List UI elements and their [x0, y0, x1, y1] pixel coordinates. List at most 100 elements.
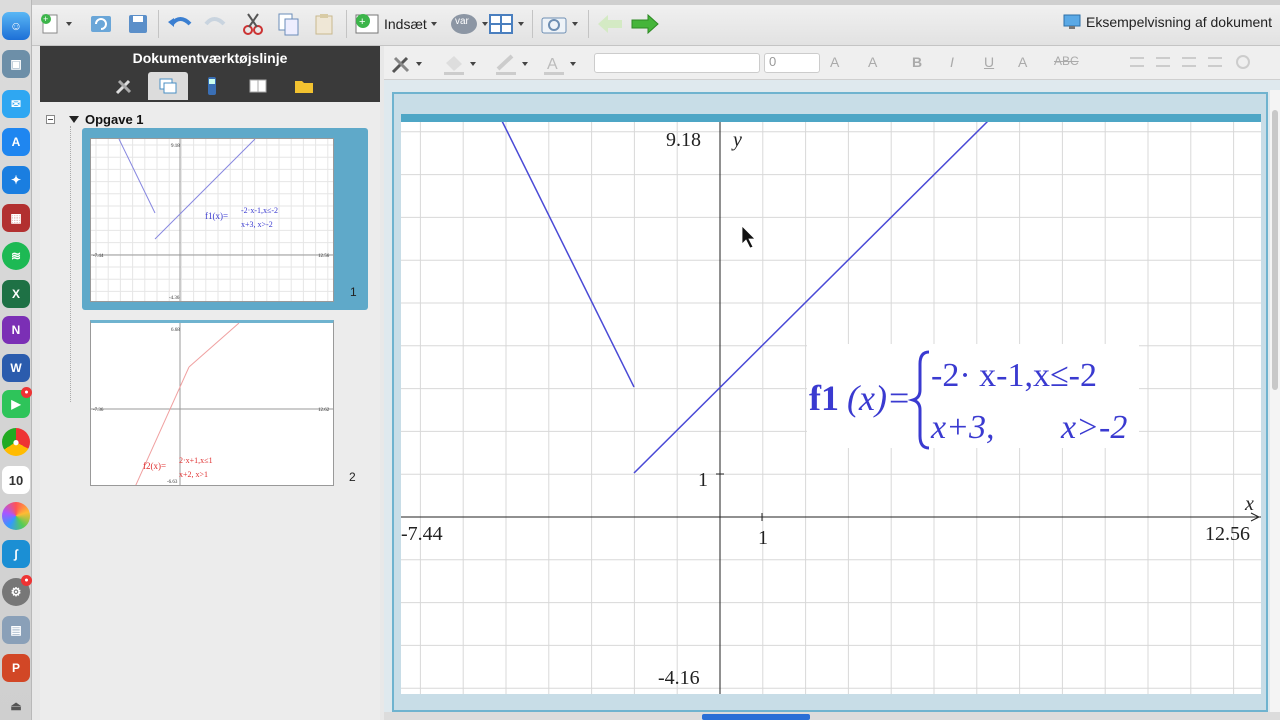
- align-left-icon[interactable]: [1130, 57, 1144, 67]
- thumb-ymin: -6.63: [167, 480, 178, 485]
- collapse-icon[interactable]: [46, 115, 55, 124]
- page-indicator[interactable]: [702, 714, 810, 720]
- task-header[interactable]: Opgave 1: [46, 112, 144, 127]
- tab-utilities[interactable]: [238, 72, 278, 100]
- x-axis-label: x: [1244, 493, 1254, 515]
- disclosure-triangle-icon[interactable]: [69, 116, 79, 123]
- arrow-left-icon: [598, 15, 622, 33]
- graph-page-header: [401, 114, 1261, 122]
- decrease-font-size-button[interactable]: A: [868, 54, 877, 70]
- onenote-icon[interactable]: N: [2, 316, 30, 344]
- messages-icon[interactable]: ✉: [2, 90, 30, 118]
- line-color-button[interactable]: [494, 50, 528, 78]
- graph-canvas[interactable]: 9.18 y -7.44 12.56 x 1 1 -4.16 f1 (x) = …: [401, 114, 1261, 694]
- tab-emulator[interactable]: [192, 72, 232, 100]
- camera-icon: [541, 17, 567, 34]
- text-color-icon: A: [544, 56, 564, 75]
- page-number: 2: [349, 470, 356, 484]
- undo-icon: [168, 17, 192, 27]
- folder-icon: [295, 81, 313, 93]
- page-thumbnail-selected[interactable]: 9.18 -4.36 -7.44 12.56 f1(x)= -2·x-1,x≤-…: [82, 128, 368, 310]
- facetime-icon[interactable]: ▶ ●: [2, 387, 32, 418]
- link-icon[interactable]: [1233, 52, 1253, 72]
- next-page-button[interactable]: [630, 10, 660, 38]
- paste-button[interactable]: [312, 10, 338, 38]
- safari-icon[interactable]: ✦: [2, 166, 30, 194]
- chevron-down-icon: [570, 62, 576, 66]
- tab-tools[interactable]: [104, 72, 144, 100]
- bold-button[interactable]: B: [912, 54, 922, 70]
- scrollbar[interactable]: [1270, 90, 1280, 720]
- svg-text:A: A: [547, 56, 558, 73]
- justify-icon[interactable]: [1208, 57, 1222, 67]
- thumb-case-2: x+2, x>1: [179, 470, 208, 479]
- utility-icon[interactable]: ▤: [2, 616, 30, 644]
- calendar-icon[interactable]: 10: [2, 466, 30, 494]
- tools-icon: [115, 79, 132, 95]
- save-icon: [129, 15, 147, 33]
- excel-icon[interactable]: X: [2, 280, 30, 308]
- photos-icon[interactable]: [2, 502, 30, 530]
- layout-icon: [489, 14, 513, 34]
- thumb-xmin: -7.36: [93, 408, 104, 413]
- function-label[interactable]: f1 (x) = -2· x-1,x≤-2 x+3, x>-2: [807, 344, 1139, 450]
- screenshot-button[interactable]: [540, 10, 578, 38]
- chrome-icon[interactable]: ●: [2, 428, 30, 456]
- word-icon[interactable]: W: [2, 354, 30, 382]
- ymin-label[interactable]: -4.16: [658, 667, 700, 689]
- underline-button[interactable]: U: [984, 54, 994, 70]
- system-preferences-icon[interactable]: ⚙ ●: [2, 575, 32, 606]
- eject-icon[interactable]: ⏏: [2, 692, 30, 720]
- format-toolbar: A 0 A A B I U A ABC: [384, 46, 1280, 88]
- page-layout-button[interactable]: [488, 10, 524, 38]
- app-store-icon[interactable]: A: [2, 128, 30, 156]
- preview-app-icon[interactable]: ▣: [2, 50, 30, 78]
- cas-app-icon[interactable]: ∫: [2, 540, 30, 568]
- spotify-icon[interactable]: ≋: [2, 242, 30, 270]
- xmin-label[interactable]: -7.44: [401, 523, 443, 545]
- refresh-icon: [91, 16, 111, 32]
- main-toolbar: + + Indsæt var Eksempelvisning af dokume…: [32, 0, 1280, 46]
- scrollbar-thumb[interactable]: [1272, 110, 1278, 390]
- previous-page-button[interactable]: [596, 10, 624, 38]
- work-area: 9.18 y -7.44 12.56 x 1 1 -4.16 f1 (x) = …: [384, 80, 1280, 720]
- insert-label: Indsæt: [384, 16, 427, 32]
- xmax-label[interactable]: 12.56: [1205, 523, 1250, 545]
- chevron-down-icon: [470, 62, 476, 66]
- insert-button[interactable]: + Indsæt: [354, 10, 437, 38]
- ymax-label[interactable]: 9.18: [666, 129, 701, 151]
- photo-booth-icon[interactable]: ▦: [2, 204, 30, 232]
- finder-icon[interactable]: ☺: [2, 12, 30, 40]
- font-size-select[interactable]: 0: [764, 53, 820, 73]
- increase-font-size-button[interactable]: A: [830, 54, 839, 70]
- page-thumbnail-1[interactable]: 9.18 -4.36 -7.44 12.56 f1(x)= -2·x-1,x≤-…: [90, 138, 334, 302]
- variables-button[interactable]: var: [450, 10, 488, 38]
- tab-page-sorter[interactable]: [148, 72, 188, 100]
- text-color-button[interactable]: A: [542, 50, 576, 78]
- tools-icon: [391, 56, 410, 74]
- tab-content-explorer[interactable]: [284, 72, 324, 100]
- align-center-icon[interactable]: [1156, 57, 1170, 67]
- undo-button[interactable]: [166, 10, 194, 38]
- cut-button[interactable]: [240, 10, 266, 38]
- thumb-formula-name: f1(x)=: [205, 211, 228, 221]
- case-1: -2· x-1,x≤-2: [931, 357, 1097, 394]
- superscript-button[interactable]: A: [1018, 54, 1027, 70]
- save-button[interactable]: [126, 10, 150, 38]
- redo-button[interactable]: [202, 10, 230, 38]
- font-select[interactable]: [594, 53, 760, 73]
- fill-color-button[interactable]: [442, 50, 476, 78]
- function-variable: (x): [847, 378, 887, 418]
- italic-button[interactable]: I: [950, 54, 954, 70]
- copy-button[interactable]: [276, 10, 302, 38]
- powerpoint-icon[interactable]: P: [2, 654, 30, 682]
- paste-icon: [315, 14, 333, 35]
- page-thumbnail-2[interactable]: 6.68 -6.63 -7.36 12.62 f2(x)= 2·x+1,x≤1 …: [90, 320, 334, 486]
- strikethrough-button[interactable]: ABC: [1054, 54, 1079, 68]
- tools-menu-button[interactable]: [390, 50, 422, 78]
- align-right-icon[interactable]: [1182, 57, 1196, 67]
- refresh-button[interactable]: [88, 10, 114, 38]
- document-preview-button[interactable]: Eksempelvisning af dokument: [1063, 14, 1272, 30]
- new-document-button[interactable]: +: [38, 10, 72, 38]
- case-2-condition: x>-2: [1060, 409, 1127, 446]
